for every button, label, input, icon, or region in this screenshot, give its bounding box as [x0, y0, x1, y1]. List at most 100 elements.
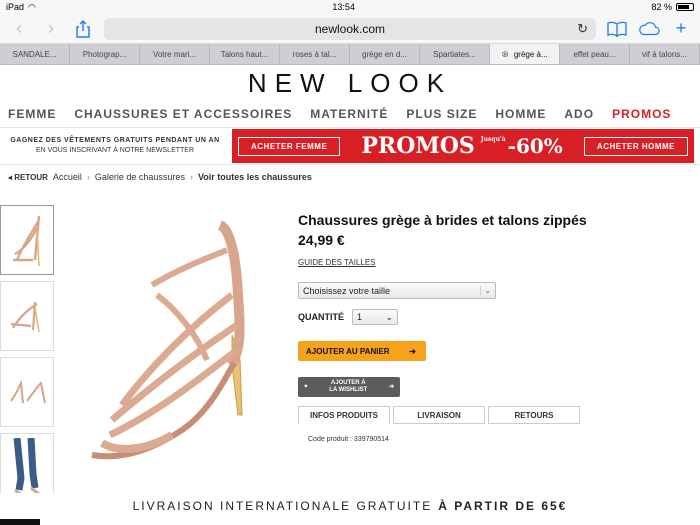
promo-title: PROMOS Jusqu'à -60% — [361, 133, 562, 159]
url-text: newlook.com — [314, 21, 386, 36]
share-icon[interactable] — [72, 18, 94, 40]
browser-tab-label: vif à talons... — [642, 49, 687, 59]
wishlist-label: AJOUTER À LA WISHLIST — [329, 380, 367, 394]
shipping-banner: LIVRAISON INTERNATIONALE GRATUITE À PART… — [0, 493, 700, 519]
arrow-right-icon: ➜ — [409, 346, 416, 356]
browser-tab-label: Photograp... — [82, 49, 127, 59]
wifi-icon: ◠ — [28, 1, 36, 12]
thumbnail-2[interactable] — [0, 281, 54, 351]
quantity-select[interactable]: 1 ⌄ — [352, 309, 398, 325]
device-label: iPad — [6, 2, 25, 12]
shipping-threshold: À PARTIR DE 65€ — [438, 499, 568, 513]
breadcrumb-current[interactable]: Voir toutes les chaussures — [198, 172, 312, 182]
browser-tab-label: grège à... — [513, 49, 548, 59]
nav-item[interactable]: HOMME — [495, 107, 546, 121]
add-to-cart-button[interactable]: AJOUTER AU PANIER ➜ — [298, 341, 426, 361]
product-section: Chaussures grège à brides et talons zipp… — [0, 205, 700, 505]
tab-delivery[interactable]: LIVRAISON — [393, 406, 485, 424]
browser-tab[interactable]: SANDALE... — [0, 44, 70, 64]
product-image[interactable] — [82, 215, 282, 475]
browser-tab-label: grège en d... — [362, 49, 407, 59]
browser-tab[interactable]: effet peau... — [560, 44, 630, 64]
browser-tab[interactable]: Spartiates... — [420, 44, 490, 64]
main-nav: FEMME CHAUSSURES ET ACCESSOIRES MATERNITÉ P… — [0, 101, 700, 127]
product-code: Code produit : 339790514 — [308, 436, 389, 443]
bookmarks-icon[interactable] — [606, 18, 628, 40]
arrow-right-icon: ➜ — [388, 383, 394, 390]
browser-tab-label: Talons haut... — [220, 49, 269, 59]
promo-discount-group: Jusqu'à -60% — [481, 134, 563, 158]
wishlist-line1: AJOUTER À — [330, 380, 366, 386]
wishlist-line2: LA WISHLIST — [329, 387, 368, 393]
chevron-down-icon: ⌄ — [385, 311, 393, 322]
nav-item[interactable]: FEMME — [8, 107, 56, 121]
browser-tab[interactable]: Talons haut... — [210, 44, 280, 64]
sale-banner: ACHETER FEMME PROMOS Jusqu'à -60% ACHETE… — [232, 129, 694, 163]
chevron-down-icon: ⌄ — [480, 286, 491, 295]
browser-tab[interactable]: grège en d... — [350, 44, 420, 64]
bottom-thumbnail-edge — [0, 519, 40, 525]
close-tab-icon[interactable]: ⊗ — [501, 49, 509, 60]
browser-tab-label: Spartiates... — [433, 49, 476, 59]
product-title: Chaussures grège à brides et talons zipp… — [298, 212, 587, 228]
newsletter-line1: GAGNEZ DES VÊTEMENTS GRATUITS PENDANT UN… — [10, 137, 220, 144]
battery-icon — [675, 3, 694, 11]
browser-toolbar: ‹ › newlook.com ↻ + — [0, 14, 700, 44]
thumbnail-1[interactable] — [0, 205, 54, 275]
shop-men-button[interactable]: ACHETER HOMME — [583, 136, 688, 156]
quantity-value: 1 — [357, 312, 363, 322]
shop-women-button[interactable]: ACHETER FEMME — [238, 136, 341, 156]
nav-item[interactable]: CHAUSSURES ET ACCESSOIRES — [74, 107, 292, 121]
product-tabs: INFOS PRODUITS LIVRAISON RETOURS — [298, 406, 598, 424]
chevron-right-icon: › — [86, 172, 90, 182]
newsletter-promo[interactable]: GAGNEZ DES VÊTEMENTS GRATUITS PENDANT UN… — [6, 136, 224, 156]
breadcrumb-gallery[interactable]: Galerie de chaussures — [95, 172, 185, 182]
browser-tab-label: SANDALE... — [12, 49, 57, 59]
browser-tab-label: roses à tal... — [292, 49, 337, 59]
browser-tab-label: effet peau... — [573, 49, 616, 59]
size-select[interactable]: Choisissez votre taille ⌄ — [298, 282, 496, 299]
back-arrow-icon[interactable]: ‹ — [8, 18, 30, 40]
clock: 13:54 — [332, 2, 355, 12]
back-link[interactable]: ◂ RETOUR — [8, 173, 48, 182]
breadcrumb: ◂ RETOUR Accueil › Galerie de chaussures… — [0, 165, 700, 189]
tab-strip: SANDALE... Photograp... Votre mari... Talon… — [0, 44, 700, 65]
nav-item[interactable]: PLUS SIZE — [406, 107, 477, 121]
site-logo[interactable]: NEW LOOK — [0, 65, 700, 101]
shipping-text: LIVRAISON INTERNATIONALE GRATUITE — [132, 499, 433, 513]
status-bar: iPad ◠ 13:54 82 % — [0, 0, 700, 14]
promo-heading: PROMOS — [361, 133, 475, 159]
size-guide-link[interactable]: GUIDE DES TAILLES — [298, 258, 376, 267]
bottom-edge — [0, 519, 700, 525]
address-bar[interactable]: newlook.com ↻ — [104, 17, 596, 40]
browser-tab[interactable]: roses à tal... — [280, 44, 350, 64]
reload-icon[interactable]: ↻ — [577, 21, 588, 37]
thumbnail-list — [0, 205, 56, 509]
tab-returns[interactable]: RETOURS — [488, 406, 580, 424]
nav-item[interactable]: PROMOS — [612, 107, 671, 121]
newsletter-line2: EN VOUS INSCRIVANT À NOTRE NEWSLETTER — [35, 147, 195, 154]
browser-tab[interactable]: Votre mari... — [140, 44, 210, 64]
product-info: Chaussures grège à brides et talons zipp… — [298, 211, 598, 443]
heart-icon: ♥ — [304, 383, 308, 390]
tab-product-info[interactable]: INFOS PRODUITS — [298, 406, 390, 424]
new-tab-icon[interactable]: + — [670, 18, 692, 40]
thumbnail-3[interactable] — [0, 357, 54, 427]
promo-discount: -60% — [507, 134, 563, 158]
nav-item[interactable]: MATERNITÉ — [310, 107, 388, 121]
size-select-value: Choisissez votre taille — [303, 285, 391, 296]
browser-tab[interactable]: ⊗ grège à... — [490, 44, 560, 64]
forward-arrow-icon[interactable]: › — [40, 18, 62, 40]
browser-tab[interactable]: vif à talons... — [630, 44, 700, 64]
quantity-label: QUANTITÉ — [298, 312, 344, 322]
nav-item[interactable]: ADO — [564, 107, 594, 121]
browser-tab[interactable]: Photograp... — [70, 44, 140, 64]
add-to-wishlist-button[interactable]: ♥ AJOUTER À LA WISHLIST ➜ — [298, 377, 400, 397]
icloud-icon[interactable] — [638, 18, 660, 40]
breadcrumb-home[interactable]: Accueil — [53, 172, 82, 182]
product-price: 24,99 € — [298, 232, 345, 248]
quantity-row: QUANTITÉ 1 ⌄ — [298, 309, 598, 325]
add-to-cart-label: AJOUTER AU PANIER — [306, 346, 390, 356]
chevron-right-icon: › — [189, 172, 193, 182]
promo-banner: GAGNEZ DES VÊTEMENTS GRATUITS PENDANT UN… — [0, 127, 700, 165]
